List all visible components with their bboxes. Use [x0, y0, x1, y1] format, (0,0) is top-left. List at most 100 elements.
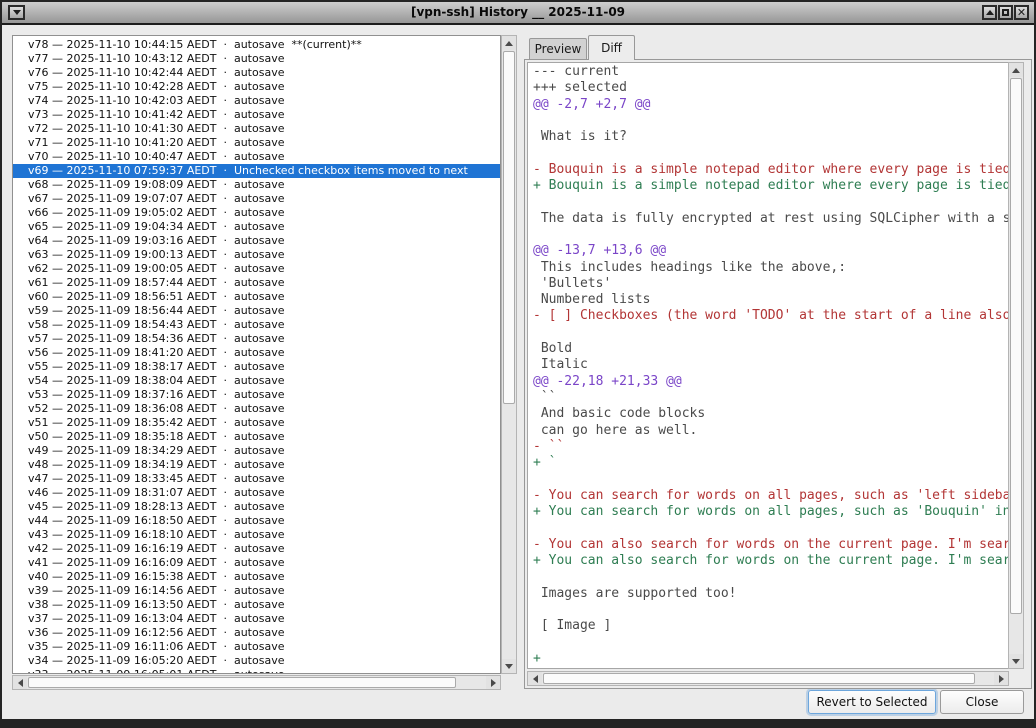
diff-line: The data is fully encrypted at rest usin… — [533, 211, 1008, 227]
list-item[interactable]: v44 — 2025-11-09 16:18:50 AEDT · autosav… — [13, 514, 500, 528]
list-item[interactable]: v66 — 2025-11-09 19:05:02 AEDT · autosav… — [13, 206, 500, 220]
list-item[interactable]: v55 — 2025-11-09 18:38:17 AEDT · autosav… — [13, 360, 500, 374]
maximize-button[interactable] — [998, 5, 1013, 20]
list-item[interactable]: v69 — 2025-11-10 07:59:37 AEDT · Uncheck… — [13, 164, 500, 178]
list-item[interactable]: v35 — 2025-11-09 16:11:06 AEDT · autosav… — [13, 640, 500, 654]
list-item[interactable]: v60 — 2025-11-09 18:56:51 AEDT · autosav… — [13, 290, 500, 304]
list-item[interactable]: v52 — 2025-11-09 18:36:08 AEDT · autosav… — [13, 402, 500, 416]
diff-line: 'Bullets' — [533, 276, 1008, 292]
list-item[interactable]: v51 — 2025-11-09 18:35:42 AEDT · autosav… — [13, 416, 500, 430]
diff-line: - You can search for words on all pages,… — [533, 488, 1008, 504]
list-vscroll-thumb[interactable] — [503, 51, 515, 404]
list-item[interactable]: v71 — 2025-11-10 10:41:20 AEDT · autosav… — [13, 136, 500, 150]
list-vscrollbar[interactable] — [501, 35, 517, 674]
list-item[interactable]: v76 — 2025-11-10 10:42:44 AEDT · autosav… — [13, 66, 500, 80]
list-item[interactable]: v72 — 2025-11-10 10:41:30 AEDT · autosav… — [13, 122, 500, 136]
diff-line: +++ selected — [533, 80, 1008, 96]
list-item[interactable]: v70 — 2025-11-10 10:40:47 AEDT · autosav… — [13, 150, 500, 164]
list-item[interactable]: v61 — 2025-11-09 18:57:44 AEDT · autosav… — [13, 276, 500, 290]
list-item[interactable]: v37 — 2025-11-09 16:13:04 AEDT · autosav… — [13, 612, 500, 626]
diff-scroll-right-button[interactable] — [994, 672, 1008, 685]
list-item[interactable]: v59 — 2025-11-09 18:56:44 AEDT · autosav… — [13, 304, 500, 318]
list-item[interactable]: v42 — 2025-11-09 16:16:19 AEDT · autosav… — [13, 542, 500, 556]
list-item[interactable]: v36 — 2025-11-09 16:12:56 AEDT · autosav… — [13, 626, 500, 640]
tab-preview[interactable]: Preview — [529, 38, 587, 59]
list-scroll-right-button[interactable] — [486, 676, 500, 689]
diff-line: - You can also search for words on the c… — [533, 537, 1008, 553]
history-window: [vpn-ssh] History __ 2025-11-09 ✕ v78 — … — [0, 0, 1036, 728]
diff-scroll-down-button[interactable] — [1009, 654, 1023, 668]
list-item[interactable]: v77 — 2025-11-10 10:43:12 AEDT · autosav… — [13, 52, 500, 66]
diff-line: @@ -22,18 +21,33 @@ — [533, 374, 1008, 390]
version-list[interactable]: v78 — 2025-11-10 10:44:15 AEDT · autosav… — [12, 35, 501, 674]
diff-line — [533, 145, 1008, 161]
list-item[interactable]: v48 — 2025-11-09 18:34:19 AEDT · autosav… — [13, 458, 500, 472]
list-item[interactable]: v53 — 2025-11-09 18:37:16 AEDT · autosav… — [13, 388, 500, 402]
scroll-right-icon — [999, 675, 1004, 683]
list-item[interactable]: v56 — 2025-11-09 18:41:20 AEDT · autosav… — [13, 346, 500, 360]
list-hscrollbar[interactable] — [12, 675, 501, 690]
diff-vscrollbar[interactable] — [1008, 62, 1024, 669]
tab-diff[interactable]: Diff — [588, 35, 635, 60]
list-item[interactable]: v43 — 2025-11-09 16:18:10 AEDT · autosav… — [13, 528, 500, 542]
list-item[interactable]: v38 — 2025-11-09 16:13:50 AEDT · autosav… — [13, 598, 500, 612]
list-item[interactable]: v64 — 2025-11-09 19:03:16 AEDT · autosav… — [13, 234, 500, 248]
diff-line: can go here as well. — [533, 423, 1008, 439]
list-item[interactable]: v74 — 2025-11-10 10:42:03 AEDT · autosav… — [13, 94, 500, 108]
close-icon: ✕ — [1017, 7, 1026, 18]
diff-line: [ Image ] — [533, 618, 1008, 634]
shade-button[interactable] — [982, 5, 997, 20]
diff-line — [533, 325, 1008, 341]
diff-panel: --- current+++ selected@@ -2,7 +2,7 @@ W… — [524, 59, 1032, 689]
list-scroll-down-button[interactable] — [502, 659, 516, 673]
diff-line — [533, 471, 1008, 487]
diff-line: And basic code blocks — [533, 406, 1008, 422]
diff-scroll-up-button[interactable] — [1009, 63, 1023, 77]
scroll-up-icon — [1012, 68, 1020, 73]
list-item[interactable]: v33 — 2025-11-09 16:05:01 AEDT · autosav… — [13, 668, 500, 674]
scroll-left-icon — [18, 679, 23, 687]
diff-line: Numbered lists — [533, 292, 1008, 308]
close-window-button[interactable]: ✕ — [1014, 5, 1029, 20]
list-item[interactable]: v67 — 2025-11-09 19:07:07 AEDT · autosav… — [13, 192, 500, 206]
list-item[interactable]: v47 — 2025-11-09 18:33:45 AEDT · autosav… — [13, 472, 500, 486]
window-title: [vpn-ssh] History __ 2025-11-09 — [2, 5, 1034, 19]
diff-hscroll-thumb[interactable] — [543, 673, 975, 684]
list-item[interactable]: v45 — 2025-11-09 18:28:13 AEDT · autosav… — [13, 500, 500, 514]
diff-vscroll-thumb[interactable] — [1010, 78, 1022, 614]
list-item[interactable]: v34 — 2025-11-09 16:05:20 AEDT · autosav… — [13, 654, 500, 668]
revert-to-selected-button[interactable]: Revert to Selected — [808, 690, 936, 714]
diff-line: + You can search for words on all pages,… — [533, 504, 1008, 520]
list-item[interactable]: v40 — 2025-11-09 16:15:38 AEDT · autosav… — [13, 570, 500, 584]
list-item[interactable]: v78 — 2025-11-10 10:44:15 AEDT · autosav… — [13, 38, 500, 52]
diff-line: Bold — [533, 341, 1008, 357]
close-button[interactable]: Close — [940, 690, 1024, 714]
scroll-down-icon — [1012, 659, 1020, 664]
list-item[interactable]: v63 — 2025-11-09 19:00:13 AEDT · autosav… — [13, 248, 500, 262]
diff-line: Italic — [533, 357, 1008, 373]
list-item[interactable]: v50 — 2025-11-09 18:35:18 AEDT · autosav… — [13, 430, 500, 444]
titlebar: [vpn-ssh] History __ 2025-11-09 ✕ — [2, 2, 1034, 25]
scroll-down-icon — [505, 664, 513, 669]
diff-hscrollbar[interactable] — [527, 671, 1009, 686]
list-item[interactable]: v58 — 2025-11-09 18:54:43 AEDT · autosav… — [13, 318, 500, 332]
list-item[interactable]: v68 — 2025-11-09 19:08:09 AEDT · autosav… — [13, 178, 500, 192]
diff-scroll-left-button[interactable] — [528, 672, 542, 685]
list-scroll-up-button[interactable] — [502, 36, 516, 50]
diff-line: + You can also search for words on the c… — [533, 553, 1008, 569]
list-hscroll-thumb[interactable] — [28, 677, 456, 688]
list-item[interactable]: v41 — 2025-11-09 16:16:09 AEDT · autosav… — [13, 556, 500, 570]
list-item[interactable]: v46 — 2025-11-09 18:31:07 AEDT · autosav… — [13, 486, 500, 500]
list-item[interactable]: v62 — 2025-11-09 19:00:05 AEDT · autosav… — [13, 262, 500, 276]
list-item[interactable]: v49 — 2025-11-09 18:34:29 AEDT · autosav… — [13, 444, 500, 458]
diff-line: @@ -13,7 +13,6 @@ — [533, 243, 1008, 259]
list-item[interactable]: v39 — 2025-11-09 16:14:56 AEDT · autosav… — [13, 584, 500, 598]
list-item[interactable]: v54 — 2025-11-09 18:38:04 AEDT · autosav… — [13, 374, 500, 388]
list-item[interactable]: v75 — 2025-11-10 10:42:28 AEDT · autosav… — [13, 80, 500, 94]
scroll-right-icon — [491, 679, 496, 687]
diff-line — [533, 520, 1008, 536]
list-item[interactable]: v73 — 2025-11-10 10:41:42 AEDT · autosav… — [13, 108, 500, 122]
list-scroll-left-button[interactable] — [13, 676, 27, 689]
list-item[interactable]: v57 — 2025-11-09 18:54:36 AEDT · autosav… — [13, 332, 500, 346]
list-item[interactable]: v65 — 2025-11-09 19:04:34 AEDT · autosav… — [13, 220, 500, 234]
